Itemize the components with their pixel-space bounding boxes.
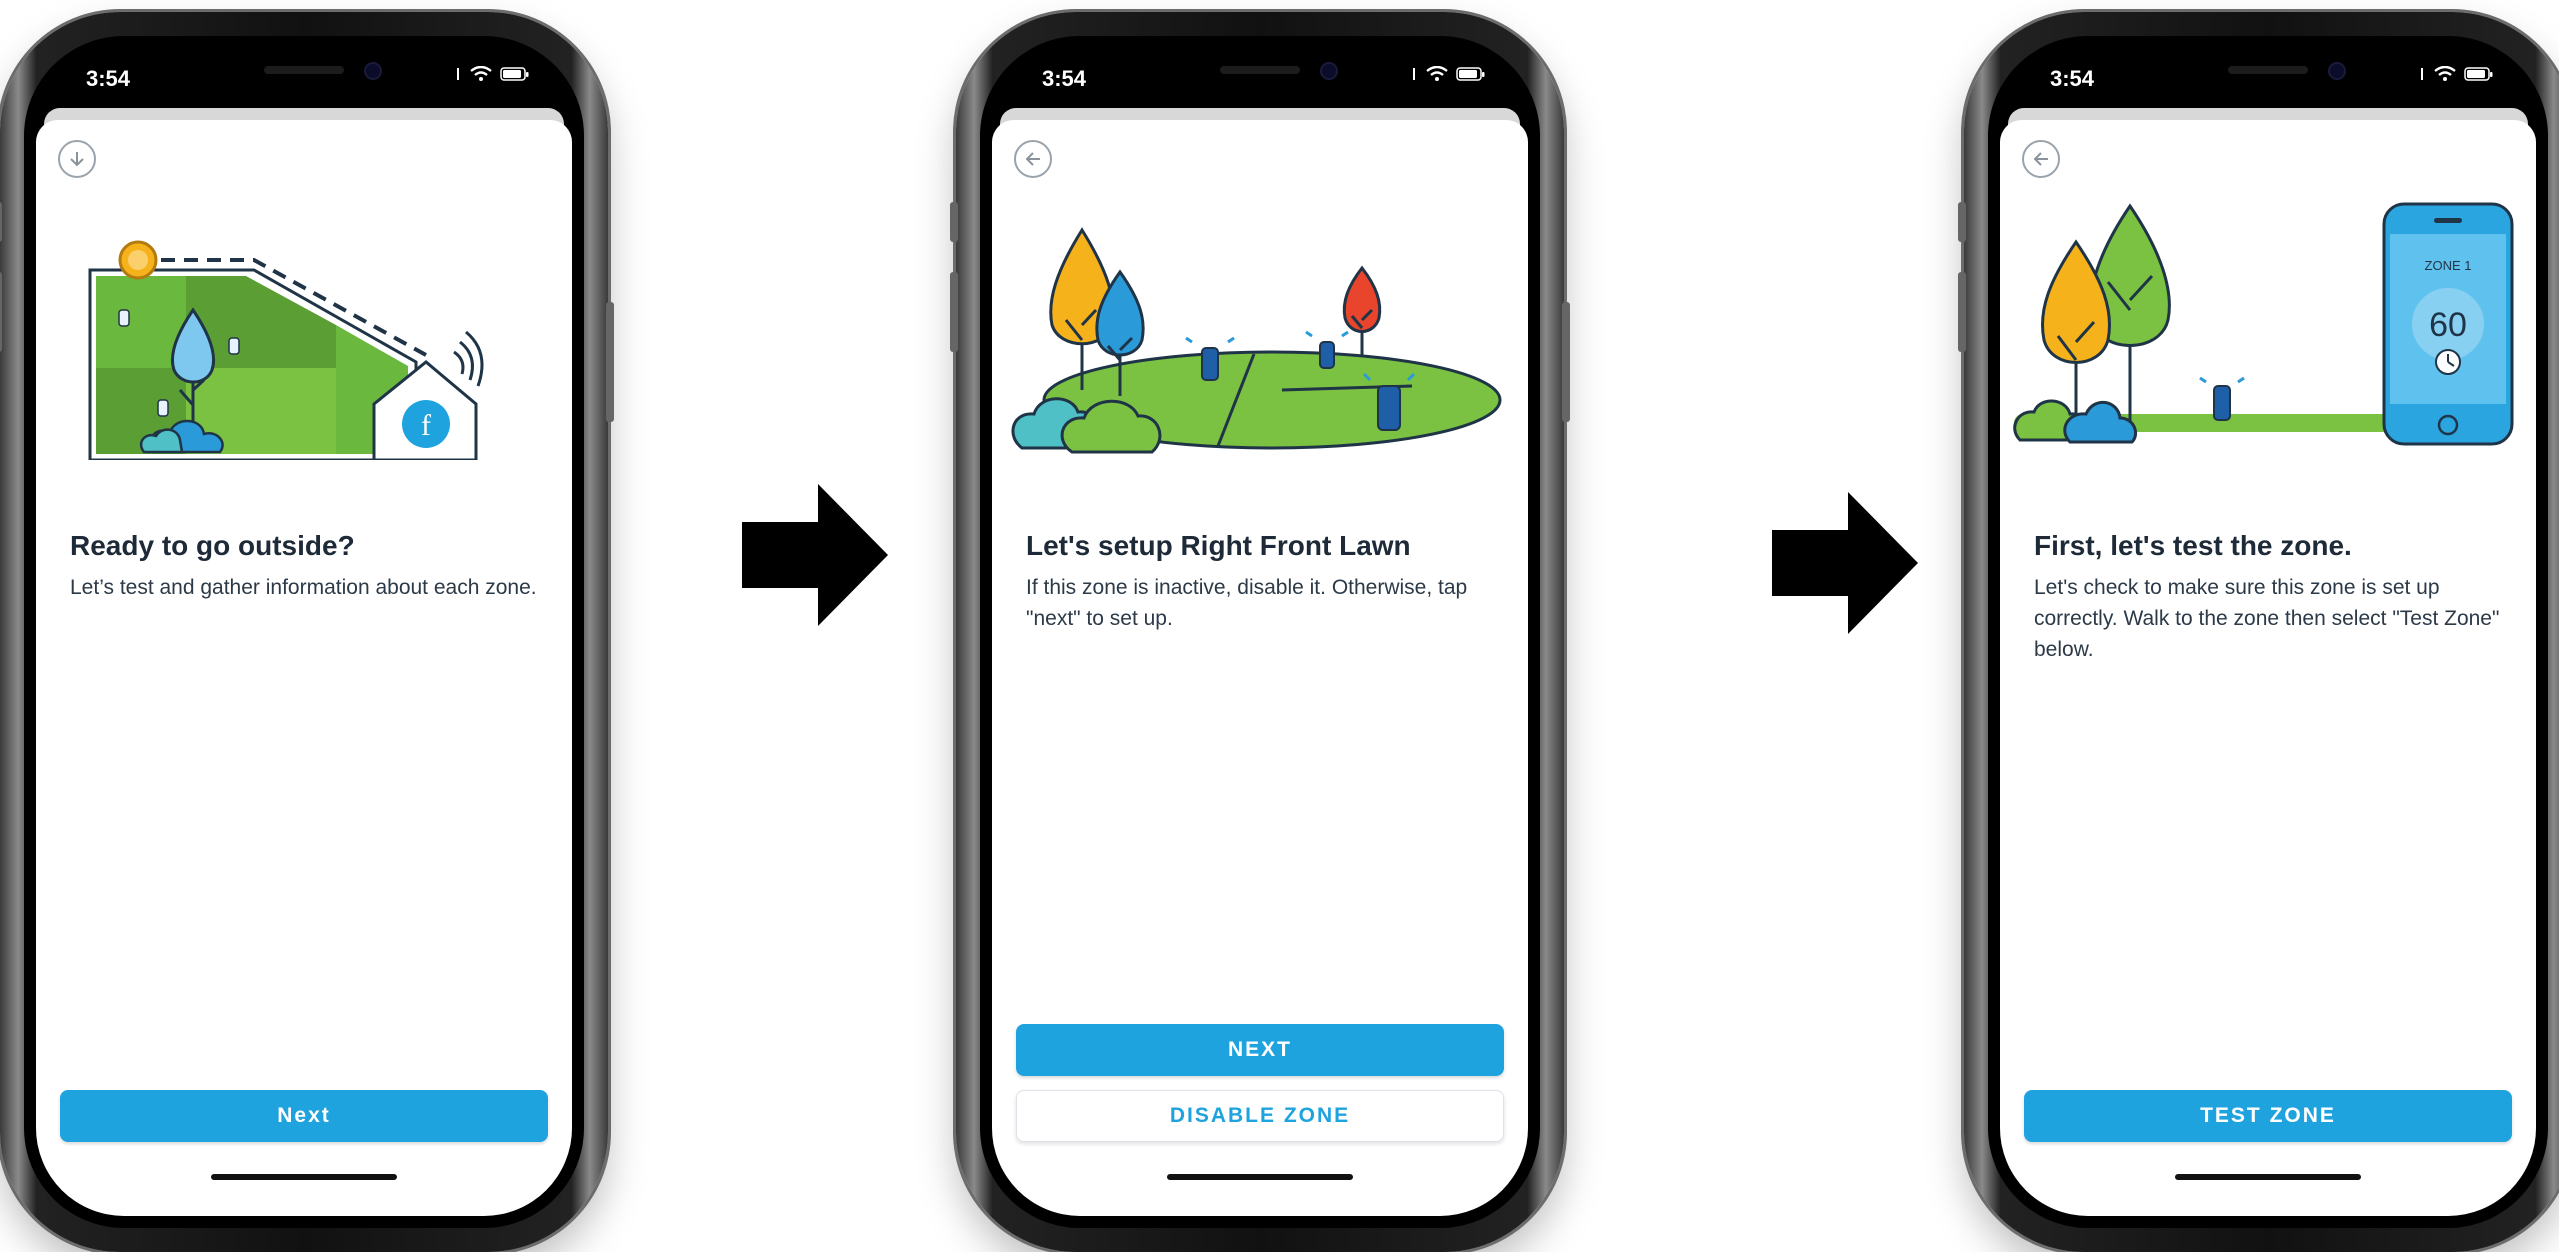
notch xyxy=(179,48,429,104)
phone-button xyxy=(1958,202,1966,242)
camera xyxy=(2328,62,2346,80)
screen-description: If this zone is inactive, disable it. Ot… xyxy=(1026,576,1468,630)
down-arrow-icon xyxy=(70,152,84,167)
disable-zone-button[interactable]: DISABLE ZONE xyxy=(1016,1090,1504,1142)
back-button[interactable] xyxy=(1014,140,1052,178)
phone-button xyxy=(950,272,958,352)
status-time: 3:54 xyxy=(2050,66,2095,91)
next-button[interactable]: NEXT xyxy=(1016,1024,1504,1076)
phone-button xyxy=(0,272,2,352)
yard-map-drawing: f xyxy=(88,240,484,462)
speaker xyxy=(2228,66,2308,74)
content-sheet: f Ready to go outside? Let’s test and ga… xyxy=(36,120,572,1216)
cellular-icon xyxy=(457,68,459,80)
screen-description: Let’s test and gather information about … xyxy=(70,576,537,599)
phone-button xyxy=(606,302,614,422)
test-zone-button[interactable]: TEST ZONE xyxy=(2024,1090,2512,1142)
system-icons xyxy=(2418,66,2494,82)
status-time: 3:54 xyxy=(1042,66,1087,91)
screen-heading: First, let's test the zone. xyxy=(2034,530,2352,561)
wifi-icon xyxy=(1426,66,1448,81)
phone-mockup-1: 3:54 f Ready to go outside? Let’s test a… xyxy=(0,12,614,1252)
home-indicator[interactable] xyxy=(1167,1174,1353,1180)
cellular-icon xyxy=(1413,68,1415,80)
trees-and-phone-drawing: ZONE 1 60 xyxy=(2013,202,2514,446)
battery-icon xyxy=(500,67,529,81)
phone-screen: 3:54 xyxy=(36,48,572,1216)
phone-mockup-3: 3:54 ZONE 1 60 First, let's test the zon… xyxy=(1958,12,2559,1252)
notch xyxy=(1135,48,1385,104)
svg-text:f: f xyxy=(421,409,431,442)
battery-icon xyxy=(1456,67,1485,81)
phone-screen: 3:54 xyxy=(992,48,1528,1216)
home-indicator[interactable] xyxy=(2175,1174,2361,1180)
speaker xyxy=(264,66,344,74)
system-icons xyxy=(454,66,530,82)
phone-button xyxy=(0,202,2,242)
system-icons xyxy=(1410,66,1486,82)
screen-heading: Ready to go outside? xyxy=(70,530,355,561)
phone-button xyxy=(950,202,958,242)
battery-icon xyxy=(2464,67,2493,81)
home-indicator[interactable] xyxy=(211,1174,397,1180)
speaker xyxy=(1220,66,1300,74)
content-sheet: Let's setup Right Front Lawn If this zon… xyxy=(992,120,1528,1216)
camera xyxy=(364,62,382,80)
status-time: 3:54 xyxy=(86,66,131,91)
cellular-icon xyxy=(2421,68,2423,80)
zone-label: ZONE 1 xyxy=(2425,258,2472,273)
flow-arrow-icon xyxy=(742,484,888,626)
flow-arrow-icon xyxy=(1772,492,1918,634)
back-arrow-icon xyxy=(2033,152,2048,166)
wifi-icon xyxy=(2434,66,2456,81)
lawn-zone-drawing xyxy=(1011,227,1502,454)
yard-illustration: f xyxy=(36,190,572,462)
timer-value: 60 xyxy=(2429,306,2467,344)
camera xyxy=(1320,62,1338,80)
screen-heading: Let's setup Right Front Lawn xyxy=(1026,530,1411,561)
back-button[interactable] xyxy=(2022,140,2060,178)
test-zone-illustration: ZONE 1 60 xyxy=(2000,190,2536,460)
phone-button xyxy=(1562,302,1570,422)
notch xyxy=(2143,48,2393,104)
phone-screen: 3:54 xyxy=(2000,48,2536,1216)
lawn-illustration xyxy=(992,190,1528,460)
phone-mockup-2: 3:54 Let's setup Right Front Lawn If thi… xyxy=(950,12,1570,1252)
back-arrow-icon xyxy=(1025,152,1040,166)
next-button[interactable]: Next xyxy=(60,1090,548,1142)
collapse-button[interactable] xyxy=(58,140,96,178)
phone-button xyxy=(1958,272,1966,352)
wifi-icon xyxy=(470,66,492,81)
content-sheet: ZONE 1 60 First, let's test the zone. Le… xyxy=(2000,120,2536,1216)
screen-description: Let's check to make sure this zone is se… xyxy=(2034,576,2500,661)
